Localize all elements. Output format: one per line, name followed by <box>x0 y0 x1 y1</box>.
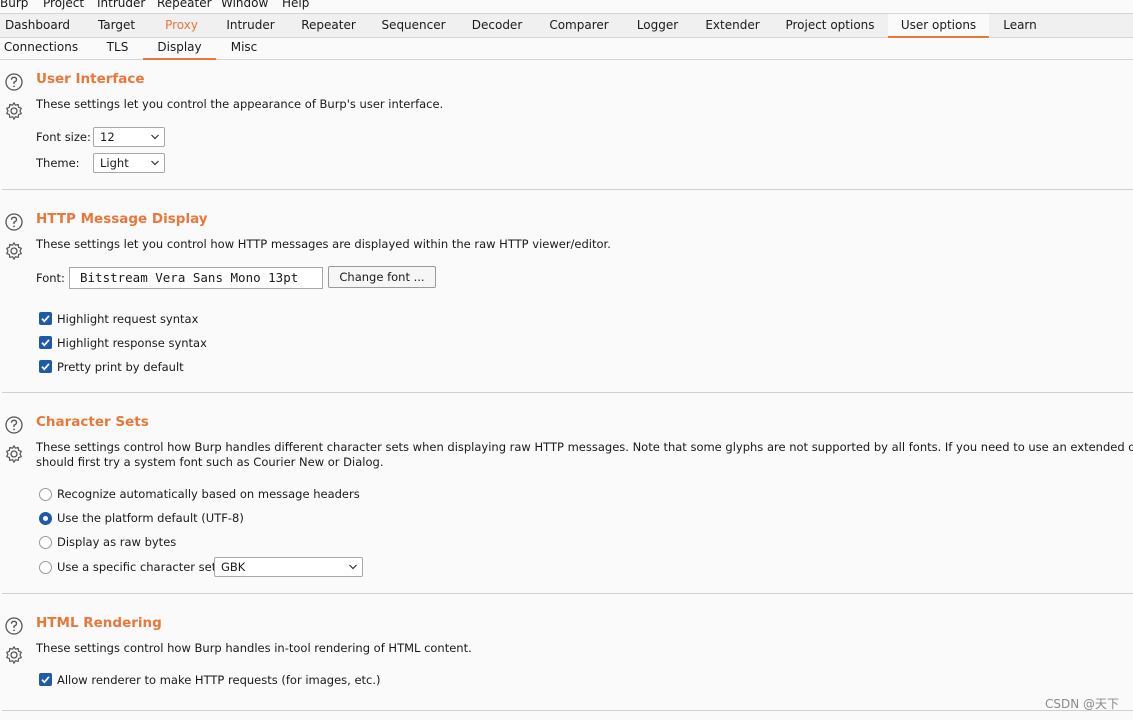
section-desc-user-interface: These settings let you control the appea… <box>36 97 444 111</box>
charset-raw-radio[interactable] <box>39 536 52 549</box>
charset-specific-radio[interactable] <box>39 561 52 574</box>
highlight-request-checkbox[interactable] <box>39 312 52 325</box>
tab-learn[interactable]: Learn <box>995 14 1045 37</box>
section-title-http-message-display: HTTP Message Display <box>36 211 208 227</box>
chevron-down-icon <box>349 564 357 570</box>
menu-repeater[interactable]: Repeater <box>157 0 212 11</box>
highlight-response-checkbox[interactable] <box>39 336 52 349</box>
menu-project[interactable]: Project <box>43 0 84 11</box>
section-desc-html-rendering: These settings control how Burp handles … <box>36 641 472 655</box>
section-desc-character-sets-line2: should first try a system font such as C… <box>36 455 384 469</box>
charset-platform-label: Use the platform default (UTF-8) <box>57 511 244 525</box>
help-icon[interactable] <box>4 72 24 92</box>
section-title-user-interface: User Interface <box>36 71 145 87</box>
menubar: Burp Project Intruder Repeater Window He… <box>0 0 1133 11</box>
tab-comparer[interactable]: Comparer <box>541 14 617 37</box>
charset-select-value: GBK <box>221 560 246 574</box>
section-title-character-sets: Character Sets <box>36 414 149 430</box>
charset-specific-label: Use a specific character set: <box>57 560 221 574</box>
menu-window[interactable]: Window <box>221 0 268 11</box>
font-size-value: 12 <box>100 130 115 144</box>
change-font-button[interactable]: Change font ... <box>328 266 436 288</box>
font-size-label: Font size: <box>36 130 91 144</box>
subtab-misc[interactable]: Misc <box>222 37 266 59</box>
help-icon[interactable] <box>4 616 24 636</box>
section-title-html-rendering: HTML Rendering <box>36 615 162 631</box>
menu-burp[interactable]: Burp <box>0 0 28 11</box>
subtab-display[interactable]: Display <box>143 37 216 60</box>
section-divider <box>2 710 1133 711</box>
gear-icon[interactable] <box>4 645 24 665</box>
allow-renderer-requests-label: Allow renderer to make HTTP requests (fo… <box>57 673 381 687</box>
theme-value: Light <box>100 156 129 170</box>
subtab-tls[interactable]: TLS <box>95 37 140 59</box>
charset-auto-label: Recognize automatically based on message… <box>57 487 360 501</box>
charset-platform-radio[interactable] <box>39 512 52 525</box>
tab-extender[interactable]: Extender <box>698 14 767 37</box>
tab-intruder[interactable]: Intruder <box>218 14 283 37</box>
highlight-response-label: Highlight response syntax <box>57 336 207 350</box>
tab-logger[interactable]: Logger <box>629 14 686 37</box>
font-label: Font: <box>36 271 65 285</box>
tab-decoder[interactable]: Decoder <box>465 14 529 37</box>
tab-user-options[interactable]: User options <box>888 14 989 38</box>
charset-select[interactable]: GBK <box>214 557 363 577</box>
section-desc-http-message-display: These settings let you control how HTTP … <box>36 237 611 251</box>
main-tabbar: Dashboard Target Proxy Intruder Repeater… <box>0 13 1133 38</box>
tab-target[interactable]: Target <box>88 14 145 37</box>
section-desc-character-sets-line1: These settings control how Burp handles … <box>36 440 1133 454</box>
tab-proxy[interactable]: Proxy <box>157 14 206 37</box>
charset-auto-radio[interactable] <box>39 488 52 501</box>
check-icon <box>41 363 50 371</box>
check-icon <box>41 315 50 323</box>
chevron-down-icon <box>151 160 159 166</box>
section-divider <box>2 593 1133 594</box>
pretty-print-label: Pretty print by default <box>57 360 184 374</box>
chevron-down-icon <box>151 134 159 140</box>
watermark: CSDN @天下 <box>1044 697 1119 711</box>
sub-tabbar: Connections TLS Display Misc <box>0 37 1133 60</box>
menu-intruder[interactable]: Intruder <box>97 0 145 11</box>
check-icon <box>41 339 50 347</box>
font-display-field: Bitstream Vera Sans Mono 13pt <box>69 267 323 289</box>
help-icon[interactable] <box>4 415 24 435</box>
tab-project-options[interactable]: Project options <box>779 14 881 37</box>
theme-label: Theme: <box>36 156 80 170</box>
pretty-print-checkbox[interactable] <box>39 360 52 373</box>
subtab-connections[interactable]: Connections <box>0 37 82 59</box>
gear-icon[interactable] <box>4 444 24 464</box>
help-icon[interactable] <box>4 212 24 232</box>
theme-select[interactable]: Light <box>93 153 165 173</box>
section-divider <box>2 189 1133 190</box>
tab-dashboard[interactable]: Dashboard <box>0 14 75 37</box>
gear-icon[interactable] <box>4 241 24 261</box>
tab-repeater[interactable]: Repeater <box>295 14 362 37</box>
check-icon <box>41 676 50 684</box>
menu-help[interactable]: Help <box>282 0 309 11</box>
highlight-request-label: Highlight request syntax <box>57 312 199 326</box>
charset-raw-label: Display as raw bytes <box>57 535 177 549</box>
allow-renderer-requests-checkbox[interactable] <box>39 673 52 686</box>
section-divider <box>2 392 1133 393</box>
gear-icon[interactable] <box>4 101 24 121</box>
tab-sequencer[interactable]: Sequencer <box>374 14 453 37</box>
font-size-select[interactable]: 12 <box>93 127 165 147</box>
